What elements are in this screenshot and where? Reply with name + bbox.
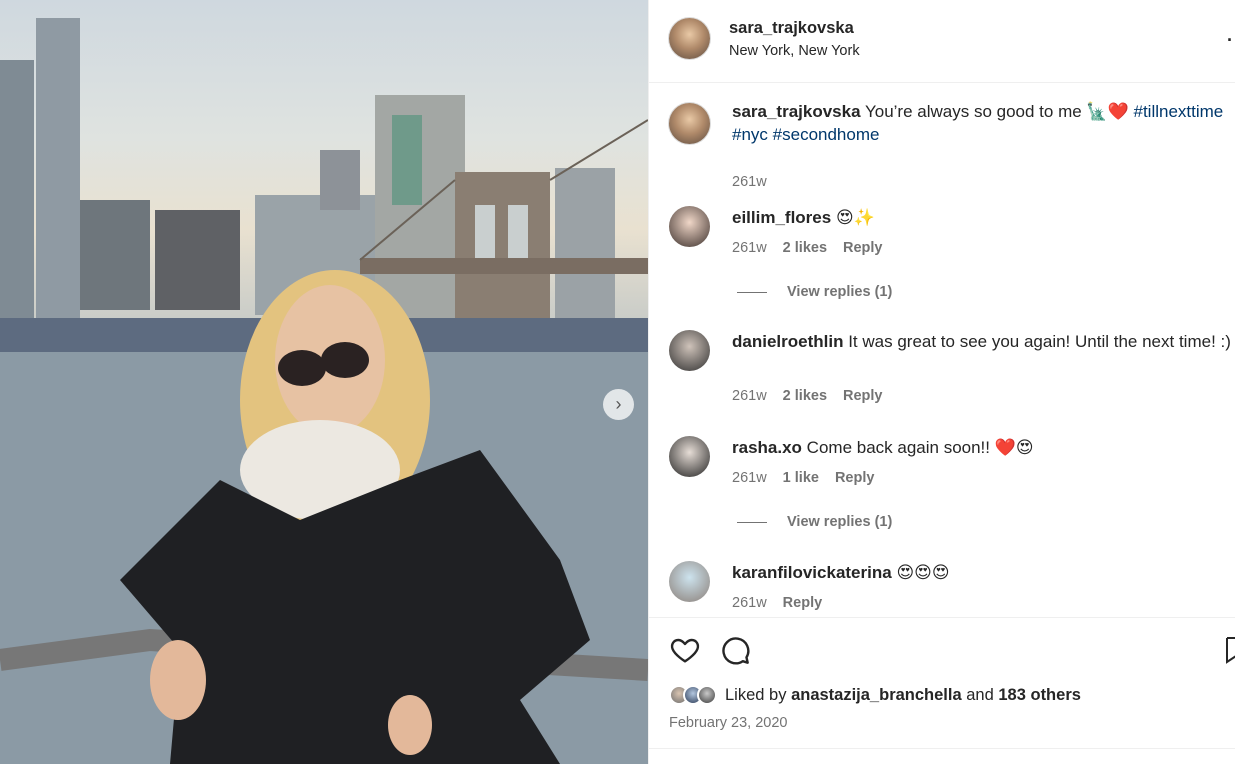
divider — [649, 748, 1235, 749]
view-replies-button[interactable]: View replies (1) — [737, 284, 892, 300]
comment-time[interactable]: 261w — [732, 470, 767, 486]
comment-likes[interactable]: 2 likes — [783, 240, 827, 256]
comment-body: Come back again soon!! ❤️😍 — [806, 438, 1034, 457]
bookmark-icon[interactable] — [1225, 634, 1235, 666]
hashtag-link[interactable]: #secondhome — [773, 125, 880, 144]
comment-likes[interactable]: 1 like — [783, 470, 819, 486]
view-replies-label: View replies (1) — [787, 514, 893, 530]
caption-username[interactable]: sara_trajkovska — [732, 102, 861, 121]
hashtag-link[interactable]: #tillnexttime — [1134, 102, 1224, 121]
reply-button[interactable]: Reply — [783, 595, 823, 611]
avatar[interactable] — [669, 18, 710, 59]
comment-time[interactable]: 261w — [732, 595, 767, 611]
likes-joiner: and — [966, 685, 994, 704]
reply-button[interactable]: Reply — [843, 388, 883, 404]
comment-text: danielroethlin It was great to see you a… — [732, 330, 1232, 353]
avatar[interactable] — [669, 561, 710, 602]
comment-meta: 261w Reply — [732, 595, 822, 611]
reply-button[interactable]: Reply — [843, 240, 883, 256]
likes-prefix: Liked by — [725, 685, 787, 704]
caption-meta: 261w — [732, 174, 767, 190]
heart-icon[interactable] — [669, 634, 701, 666]
likes-summary: Liked by anastazija_branchella and 183 o… — [669, 685, 1081, 705]
comment-meta: 261w 2 likes Reply — [732, 240, 883, 256]
likes-others-link[interactable]: 183 others — [998, 686, 1081, 704]
comment-username[interactable]: eillim_flores — [732, 208, 831, 227]
view-replies-button[interactable]: View replies (1) — [737, 514, 892, 530]
comment-username[interactable]: rasha.xo — [732, 438, 802, 457]
post-side-panel: sara_trajkovska New York, New York · sar… — [648, 0, 1235, 764]
post-photo[interactable]: › — [0, 0, 648, 764]
comment-icon[interactable] — [719, 634, 751, 666]
hashtag-link[interactable]: #nyc — [732, 125, 768, 144]
comment-text: rasha.xo Come back again soon!! ❤️😍 — [732, 436, 1232, 459]
caption-time[interactable]: 261w — [732, 174, 767, 190]
comment-text: eillim_flores 😍✨ — [732, 206, 1232, 229]
more-options-icon[interactable]: · — [1227, 30, 1233, 51]
post-header: sara_trajkovska New York, New York · — [649, 0, 1235, 83]
comment-username[interactable]: karanfilovickaterina — [732, 563, 892, 582]
photo-illustration — [0, 18, 648, 764]
post-location[interactable]: New York, New York — [729, 43, 860, 59]
post-actions: Liked by anastazija_branchella and 183 o… — [649, 617, 1235, 748]
avatar[interactable] — [669, 330, 710, 371]
avatar — [697, 685, 717, 705]
comment-username[interactable]: danielroethlin — [732, 332, 843, 351]
divider — [737, 521, 767, 523]
comment-time[interactable]: 261w — [732, 240, 767, 256]
comment-text: karanfilovickaterina 😍😍😍 — [732, 561, 1232, 584]
view-replies-label: View replies (1) — [787, 284, 893, 300]
comments-list[interactable]: sara_trajkovska You’re always so good to… — [649, 84, 1235, 616]
avatar[interactable] — [669, 103, 710, 144]
reply-button[interactable]: Reply — [835, 470, 875, 486]
comment-meta: 261w 2 likes Reply — [732, 388, 883, 404]
likes-text: Liked by anastazija_branchella and 183 o… — [725, 686, 1081, 705]
comment-likes[interactable]: 2 likes — [783, 388, 827, 404]
divider — [737, 291, 767, 293]
chevron-right-icon: › — [615, 394, 622, 414]
next-photo-button[interactable]: › — [603, 389, 634, 420]
comment-body: It was great to see you again! Until the… — [848, 332, 1231, 351]
comment-body: 😍✨ — [835, 208, 875, 227]
likes-user-link[interactable]: anastazija_branchella — [791, 686, 962, 704]
caption-body: You’re always so good to me 🗽❤️ — [864, 102, 1129, 121]
avatar[interactable] — [669, 436, 710, 477]
comment-time[interactable]: 261w — [732, 388, 767, 404]
post-username[interactable]: sara_trajkovska — [729, 19, 854, 38]
comment-meta: 261w 1 like Reply — [732, 470, 874, 486]
caption-text: sara_trajkovska You’re always so good to… — [732, 100, 1232, 146]
post-date[interactable]: February 23, 2020 — [669, 715, 788, 731]
comment-body: 😍😍😍 — [896, 563, 950, 582]
avatar[interactable] — [669, 206, 710, 247]
